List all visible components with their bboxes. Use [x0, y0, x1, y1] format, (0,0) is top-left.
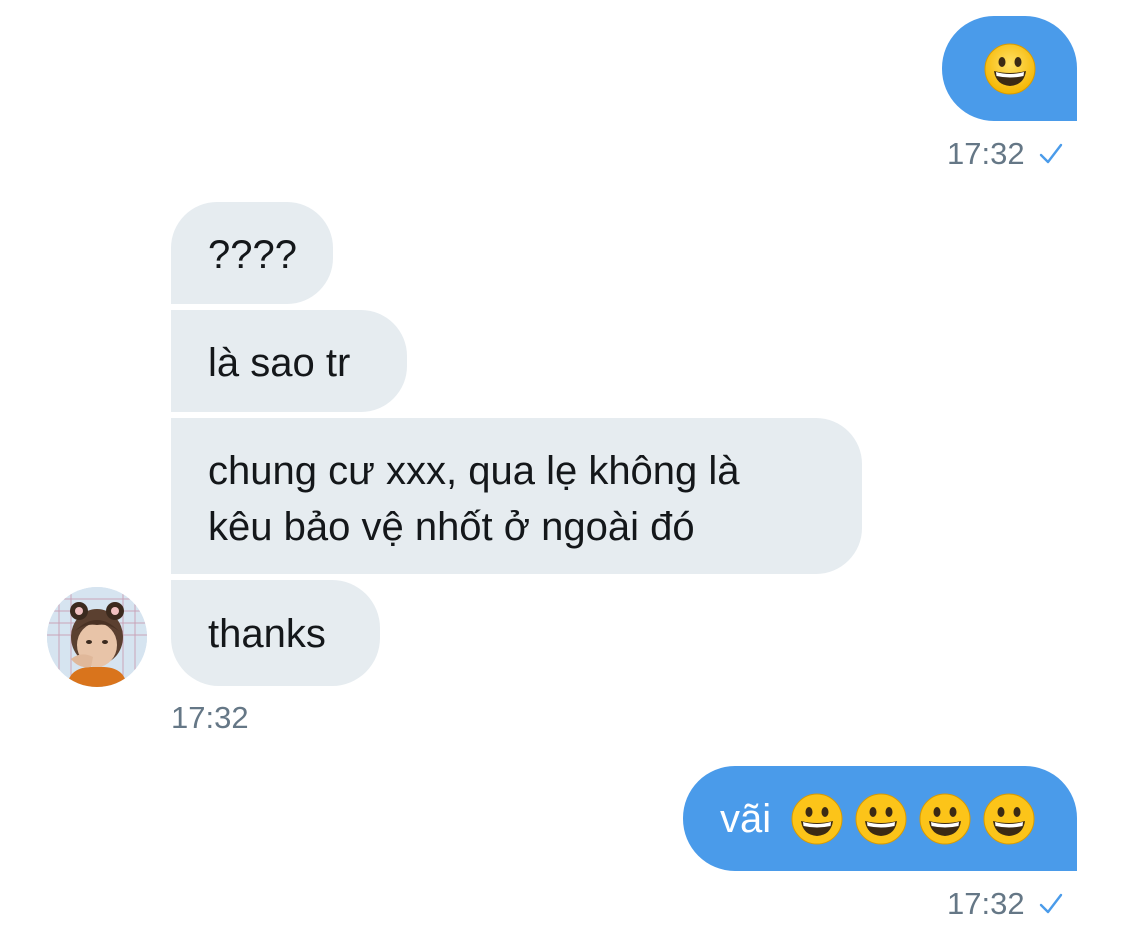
read-check-icon	[1039, 893, 1062, 914]
avatar-image	[47, 587, 147, 687]
read-check-icon	[1039, 143, 1062, 164]
conversation-thread: 17:32 ???? là sao tr chung cư xxx, qua l…	[0, 0, 1125, 939]
message-timestamp: 17:32	[171, 700, 249, 736]
incoming-message-bubble[interactable]: chung cư xxx, qua lẹ không là kêu bảo vệ…	[171, 418, 862, 574]
message-text-line: kêu bảo vệ nhốt ở ngoài đó	[208, 505, 695, 549]
grinning-face-emoji-icon	[983, 793, 1035, 844]
grinning-face-emoji-icon	[791, 793, 843, 844]
sender-avatar[interactable]	[47, 587, 147, 687]
timestamp-text: 17:32	[947, 136, 1025, 171]
grinning-face-emoji-icon	[855, 793, 907, 844]
incoming-message-bubble[interactable]: là sao tr	[171, 310, 407, 412]
timestamp-text: 17:32	[171, 700, 249, 735]
message-text: ????	[208, 233, 297, 277]
message-text-line: chung cư xxx, qua lẹ không là	[208, 449, 740, 493]
timestamp-text: 17:32	[947, 886, 1025, 921]
message-text: vãi	[720, 796, 772, 841]
outgoing-message-bubble[interactable]	[942, 16, 1077, 121]
message-text: là sao tr	[208, 341, 351, 385]
message-timestamp: 17:32	[947, 136, 1065, 172]
grinning-face-emoji-icon	[919, 793, 971, 844]
message-text: thanks	[208, 612, 326, 656]
incoming-message-bubble[interactable]: thanks	[171, 580, 380, 686]
outgoing-message-bubble[interactable]: vãi	[683, 766, 1077, 871]
grinning-face-emoji-icon	[984, 43, 1035, 94]
message-timestamp: 17:32	[947, 886, 1065, 922]
incoming-message-bubble[interactable]: ????	[171, 202, 333, 304]
